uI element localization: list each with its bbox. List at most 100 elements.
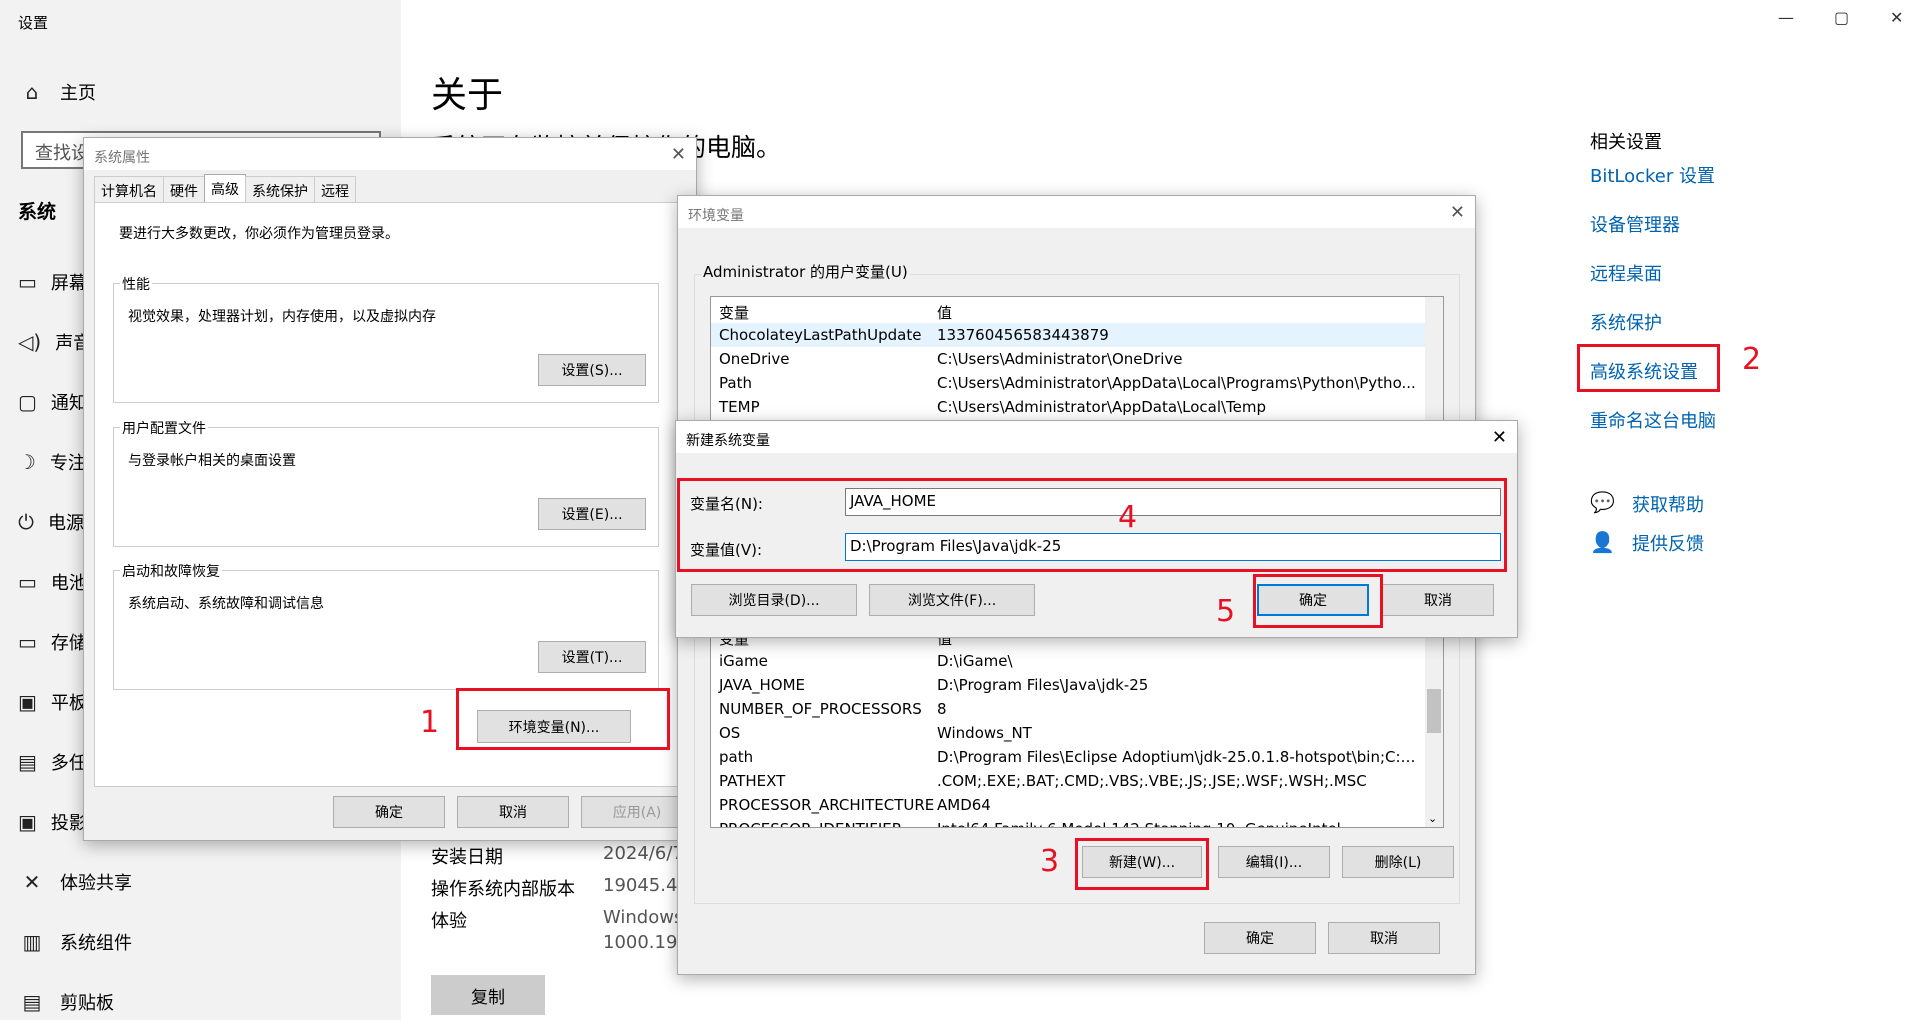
table-row[interactable]: OneDrive C:\Users\Administrator\OneDrive [711, 347, 1425, 371]
spec-row: 体验 Windows [431, 907, 683, 933]
nav-label: 系统组件 [60, 933, 132, 954]
chevron-down-icon[interactable]: ⌄ [1428, 812, 1437, 825]
dialog-title: 系统属性 [84, 138, 696, 170]
cancel-button[interactable]: 取消 [1382, 584, 1494, 616]
nav-display[interactable]: ▭ 屏幕 [18, 262, 84, 302]
nav-shared-experiences[interactable]: ✕ 体验共享 [18, 862, 132, 902]
close-icon[interactable]: ✕ [1492, 427, 1507, 448]
tab-hardware[interactable]: 硬件 [163, 176, 205, 202]
nav-label: 体验共享 [60, 873, 132, 894]
link-system-protection[interactable]: 系统保护 [1590, 309, 1662, 335]
close-icon[interactable]: ✕ [1450, 202, 1465, 223]
var-value: C:\Users\Administrator\AppData\Local\Tem… [937, 398, 1267, 416]
link-feedback[interactable]: 提供反馈 [1632, 530, 1704, 556]
copy-button[interactable]: 复制 [431, 975, 545, 1015]
var-value: Intel64 Family 6 Model 142 Stepping 10, … [937, 820, 1417, 827]
scrollbar-thumb[interactable] [1427, 689, 1441, 733]
var-name: path [719, 748, 754, 766]
nav-home[interactable]: ⌂ 主页 [18, 72, 96, 112]
system-vars-list: 变量值 iGame D:\iGame\ JAVA_HOME D:\Program F… [710, 628, 1444, 828]
link-get-help[interactable]: 获取帮助 [1632, 491, 1704, 517]
tab-computer-name[interactable]: 计算机名 [94, 176, 164, 202]
link-bitlocker[interactable]: BitLocker 设置 [1590, 162, 1715, 188]
list-header: 变量 值 [711, 299, 1425, 323]
table-row[interactable]: path D:\Program Files\Eclipse Adoptium\jd… [711, 745, 1425, 769]
spec-row: 操作系统内部版本 19045.452 [431, 875, 700, 901]
ok-button[interactable]: 确定 [333, 796, 445, 828]
nav-multitasking[interactable]: ▤ 多任务 [18, 742, 84, 782]
close-icon[interactable]: ✕ [671, 144, 686, 165]
col-header[interactable]: 值 [937, 302, 1417, 323]
edit-variable-button[interactable]: 编辑(I)... [1218, 846, 1330, 878]
startup-settings-button[interactable]: 设置(T)... [538, 641, 646, 673]
nav-storage[interactable]: ▭ 存储 [18, 622, 84, 662]
delete-variable-button[interactable]: 删除(L) [1342, 846, 1454, 878]
var-name: ChocolateyLastPathUpdate [719, 326, 922, 344]
user-vars-group-label: Administrator 的用户变量(U) [701, 261, 910, 282]
nav-clipboard[interactable]: ▤ 剪贴板 [18, 982, 114, 1022]
browse-directory-button[interactable]: 浏览目录(D)... [691, 584, 857, 616]
nav-label: 专注 [49, 453, 84, 474]
cancel-button[interactable]: 取消 [457, 796, 569, 828]
nav-tablet[interactable]: ▣ 平板 [18, 682, 84, 722]
table-row[interactable]: NUMBER_OF_PROCESSORS 8 [711, 697, 1425, 721]
scrollbar[interactable] [1425, 297, 1443, 425]
nav-notifications[interactable]: ▢ 通知 [18, 382, 84, 422]
annotation-box-fields [677, 478, 1507, 572]
nav-battery[interactable]: ▭ 电池 [18, 562, 84, 602]
nav-power[interactable]: ⏻ 电源 [18, 502, 84, 542]
var-name: NUMBER_OF_PROCESSORS [719, 700, 922, 718]
table-row[interactable]: JAVA_HOME D:\Program Files\Java\jdk-25 [711, 673, 1425, 697]
spec-value: Windows [603, 907, 684, 928]
table-row[interactable]: iGame D:\iGame\ [711, 649, 1425, 673]
nav-focus[interactable]: ☽ 专注 [18, 442, 84, 482]
tab-system-protection[interactable]: 系统保护 [245, 176, 315, 202]
nav-projecting[interactable]: ▣ 投影 [18, 802, 84, 842]
table-row[interactable]: PATHEXT .COM;.EXE;.BAT;.CMD;.VBS;.VBE;.JS… [711, 769, 1425, 793]
performance-settings-button[interactable]: 设置(S)... [538, 354, 646, 386]
storage-icon: ▭ [18, 630, 37, 654]
feedback-icon: 👤 [1590, 530, 1615, 554]
nav-system-components[interactable]: ▥ 系统组件 [18, 922, 132, 962]
var-value: .COM;.EXE;.BAT;.CMD;.VBS;.VBE;.JS;.JSE;.… [937, 772, 1367, 790]
var-name: OS [719, 724, 741, 742]
link-rename-pc[interactable]: 重命名这台电脑 [1590, 407, 1716, 433]
ok-button[interactable]: 确定 [1204, 922, 1316, 954]
var-value: D:\Program Files\Java\jdk-25 [937, 676, 1149, 694]
browse-file-button[interactable]: 浏览文件(F)... [869, 584, 1035, 616]
spec-value: 2024/6/7 [603, 843, 684, 864]
link-device-manager[interactable]: 设备管理器 [1590, 211, 1680, 237]
var-name: JAVA_HOME [719, 676, 806, 694]
tablet-icon: ▣ [18, 690, 37, 714]
tab-advanced[interactable]: 高级 [204, 174, 246, 202]
annotation-box-env-button [456, 688, 670, 750]
table-row[interactable]: TEMP C:\Users\Administrator\AppData\Local… [711, 395, 1425, 419]
clipboard-icon: ▤ [22, 990, 42, 1014]
var-value: 8 [937, 700, 947, 718]
table-row[interactable]: Path C:\Users\Administrator\AppData\Local… [711, 371, 1425, 395]
tab-remote[interactable]: 远程 [314, 176, 356, 202]
scrollbar[interactable]: ⌄ [1425, 629, 1443, 827]
related-settings-header: 相关设置 [1590, 132, 1662, 153]
profile-settings-button[interactable]: 设置(E)... [538, 498, 646, 530]
col-header[interactable]: 变量 [719, 302, 749, 323]
table-row[interactable]: PROCESSOR_IDENTIFIER Intel64 Family 6 Mod… [711, 817, 1425, 827]
nav-sound[interactable]: ◁) 声音 [18, 322, 84, 362]
components-icon: ▥ [22, 930, 42, 954]
group-label: 用户配置文件 [120, 418, 208, 438]
var-name: iGame [719, 652, 768, 670]
spec-label: 安装日期 [431, 847, 503, 868]
table-row[interactable]: PROCESSOR_ARCHITECTURE AMD64 [711, 793, 1425, 817]
nav-label: 存储 [50, 633, 84, 654]
close-button[interactable]: ✕ [1890, 8, 1903, 27]
cancel-button[interactable]: 取消 [1328, 922, 1440, 954]
minimize-button[interactable]: — [1778, 8, 1794, 27]
table-row[interactable]: OS Windows_NT [711, 721, 1425, 745]
maximize-button[interactable]: ▢ [1834, 8, 1849, 27]
link-remote-desktop[interactable]: 远程桌面 [1590, 260, 1662, 286]
annotation-box-new-button [1075, 838, 1209, 890]
share-icon: ✕ [23, 870, 41, 894]
nav-label: 屏幕 [50, 273, 84, 294]
table-row[interactable]: ChocolateyLastPathUpdate 1337604565834438… [711, 323, 1425, 347]
annotation-number: 1 [420, 705, 440, 740]
